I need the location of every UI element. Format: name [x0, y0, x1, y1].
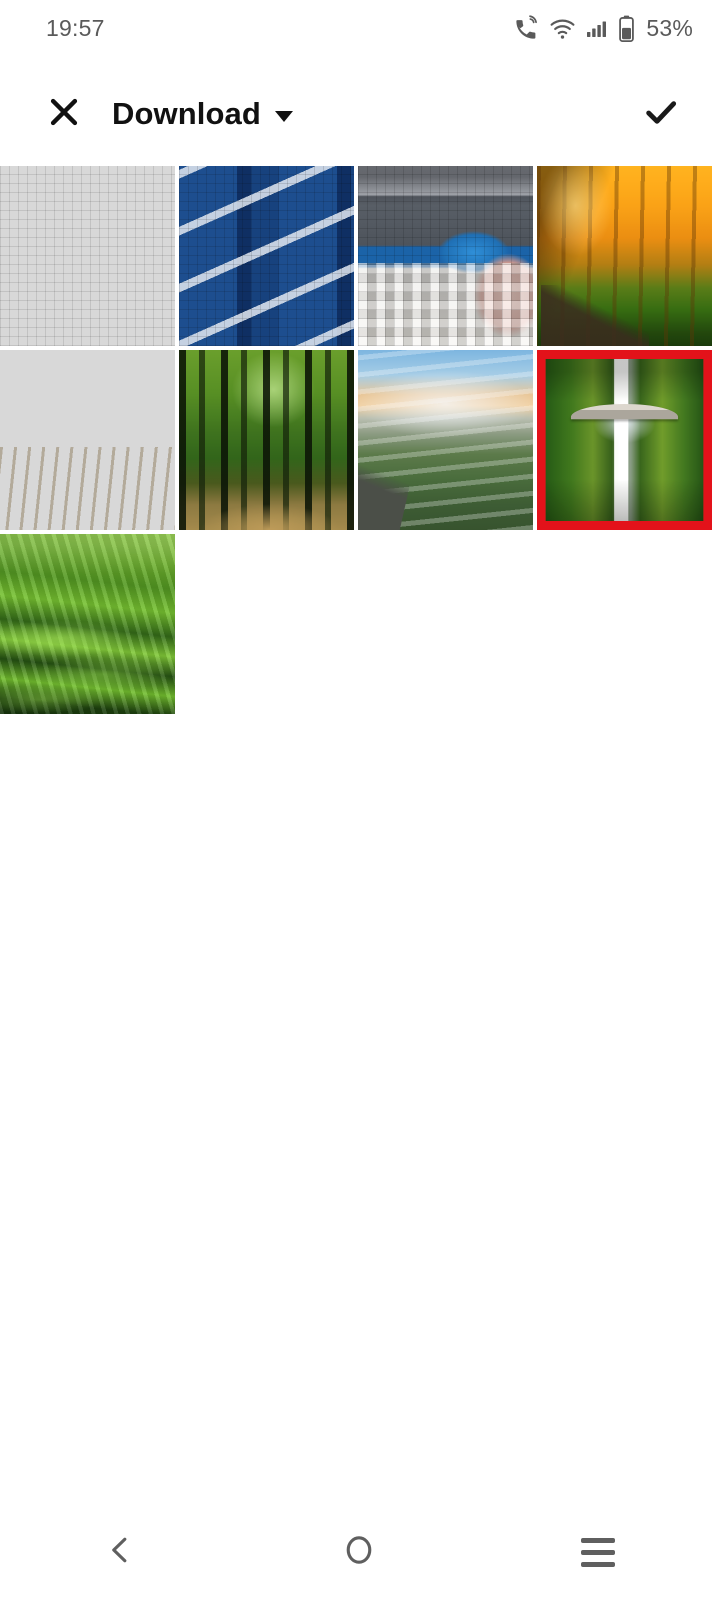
thumbnail-image — [0, 166, 175, 346]
thumbnail-image — [358, 350, 533, 530]
folder-selector[interactable]: Download — [112, 96, 293, 132]
thumbnail-image — [0, 350, 175, 530]
page-title: Download — [112, 96, 261, 131]
nav-home-button[interactable] — [314, 1507, 404, 1597]
close-icon — [47, 95, 81, 134]
gallery-thumbnail[interactable] — [0, 350, 175, 530]
gallery-thumbnail[interactable] — [537, 166, 712, 346]
battery-percentage: 53% — [646, 14, 693, 41]
thumbnail-image — [0, 534, 175, 714]
system-navigation-bar — [0, 1504, 717, 1600]
home-circle-icon — [342, 1533, 376, 1572]
gallery-thumbnail[interactable] — [358, 350, 533, 530]
thumbnail-image — [537, 166, 712, 346]
nav-back-button[interactable] — [75, 1507, 165, 1597]
gallery-thumbnail-selected[interactable] — [537, 350, 712, 530]
status-bar: 19:57 53% — [0, 0, 717, 56]
recents-menu-icon — [580, 1537, 615, 1567]
phone-screen: 19:57 53% Download — [0, 0, 717, 1600]
wifi-icon — [549, 15, 576, 42]
thumbnail-image — [179, 350, 354, 530]
cellular-signal-icon — [585, 16, 609, 40]
thumbnail-image — [179, 166, 354, 346]
status-bar-icons: 53% — [513, 15, 693, 42]
chevron-down-icon — [274, 110, 293, 122]
gallery-thumbnail[interactable] — [0, 534, 175, 714]
gallery-thumbnail[interactable] — [179, 166, 354, 346]
thumbnail-image — [358, 166, 533, 346]
app-toolbar: Download — [0, 75, 717, 153]
call-signal-icon — [513, 14, 540, 42]
check-icon — [641, 92, 681, 137]
back-chevron-icon — [103, 1533, 137, 1572]
nav-recents-button[interactable] — [553, 1507, 643, 1597]
status-bar-clock: 19:57 — [46, 14, 105, 41]
gallery-thumbnail[interactable] — [0, 166, 175, 346]
image-grid — [0, 166, 717, 714]
gallery-thumbnail[interactable] — [358, 166, 533, 346]
close-button[interactable] — [42, 92, 86, 136]
battery-icon — [618, 15, 635, 42]
confirm-button[interactable] — [635, 88, 687, 140]
thumbnail-image — [545, 359, 704, 521]
gallery-thumbnail[interactable] — [179, 350, 354, 530]
